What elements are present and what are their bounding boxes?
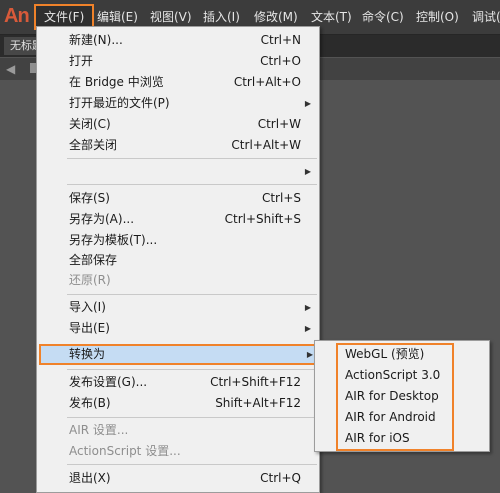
file-menu-dropdown: 新建(N)... Ctrl+N 打开 Ctrl+O 在 Bridge 中浏览 C… — [36, 26, 321, 493]
menu-separator — [67, 369, 317, 370]
menu-item-close-all[interactable]: 全部关闭 Ctrl+Alt+W — [37, 135, 319, 156]
menu-item-save-all[interactable]: 全部保存 — [37, 250, 319, 271]
menu-view[interactable]: 视图(V) — [150, 6, 192, 28]
submenu-item-actionscript3[interactable]: ActionScript 3.0 — [345, 365, 440, 386]
menu-item-new[interactable]: 新建(N)... Ctrl+N — [37, 30, 319, 51]
menu-item-export[interactable]: 导出(E) ▶ — [37, 318, 319, 339]
menu-item-exit[interactable]: 退出(X) Ctrl+Q — [37, 468, 319, 489]
submenu-arrow-icon: ▶ — [304, 303, 311, 312]
submenu-item-air-ios[interactable]: AIR for iOS — [345, 428, 410, 449]
submenu-arrow-icon: ▶ — [304, 99, 311, 108]
menu-item-open[interactable]: 打开 Ctrl+O — [37, 51, 319, 72]
submenu-arrow-icon: ▶ — [304, 324, 311, 333]
menu-separator — [67, 294, 317, 295]
menu-modify[interactable]: 修改(M) — [254, 6, 298, 28]
menu-item-save-as[interactable]: 另存为(A)... Ctrl+Shift+S — [37, 209, 319, 230]
menu-control[interactable]: 控制(O) — [416, 6, 459, 28]
menu-separator — [67, 464, 317, 465]
menu-insert[interactable]: 插入(I) — [203, 6, 240, 28]
menu-item-actionscript-settings: ActionScript 设置... — [69, 444, 181, 458]
back-arrow-icon[interactable]: ◀ — [6, 62, 15, 76]
menu-item-import[interactable]: 导入(I) ▶ — [37, 297, 319, 318]
convert-to-submenu: WebGL (预览) ActionScript 3.0 AIR for Desk… — [314, 340, 490, 452]
menu-item-close[interactable]: 关闭(C) Ctrl+W — [37, 114, 319, 135]
menu-separator — [67, 158, 317, 159]
menu-edit[interactable]: 编辑(E) — [97, 6, 138, 28]
submenu-arrow-icon: ▶ — [306, 350, 313, 359]
menu-item-browse-bridge[interactable]: 在 Bridge 中浏览 Ctrl+Alt+O — [37, 72, 319, 93]
menu-commands[interactable]: 命令(C) — [362, 6, 404, 28]
menu-item-empty-submenu[interactable]: ▶ — [37, 161, 319, 182]
app-logo: An — [4, 5, 30, 27]
menu-item-save[interactable]: 保存(S) Ctrl+S — [37, 188, 319, 209]
menu-text[interactable]: 文本(T) — [311, 6, 352, 28]
menu-item-open-recent[interactable]: 打开最近的文件(P) ▶ — [37, 93, 319, 114]
menu-item-convert-to[interactable]: 转换为 ▶ — [39, 344, 321, 365]
menu-item-save-as-template[interactable]: 另存为模板(T)... — [37, 230, 319, 251]
menu-separator — [67, 184, 317, 185]
menu-item-publish-settings[interactable]: 发布设置(G)... Ctrl+Shift+F12 — [37, 372, 319, 393]
submenu-item-air-android[interactable]: AIR for Android — [345, 407, 436, 428]
menu-item-publish[interactable]: 发布(B) Shift+Alt+F12 — [37, 393, 319, 414]
submenu-item-air-desktop[interactable]: AIR for Desktop — [345, 386, 439, 407]
menu-separator — [67, 417, 317, 418]
submenu-arrow-icon: ▶ — [304, 167, 311, 176]
menu-item-air-settings: AIR 设置... — [69, 423, 129, 437]
submenu-item-webgl[interactable]: WebGL (预览) — [345, 344, 424, 365]
menu-debug[interactable]: 调试( — [472, 6, 500, 28]
menu-item-revert: 还原(R) — [69, 273, 111, 287]
